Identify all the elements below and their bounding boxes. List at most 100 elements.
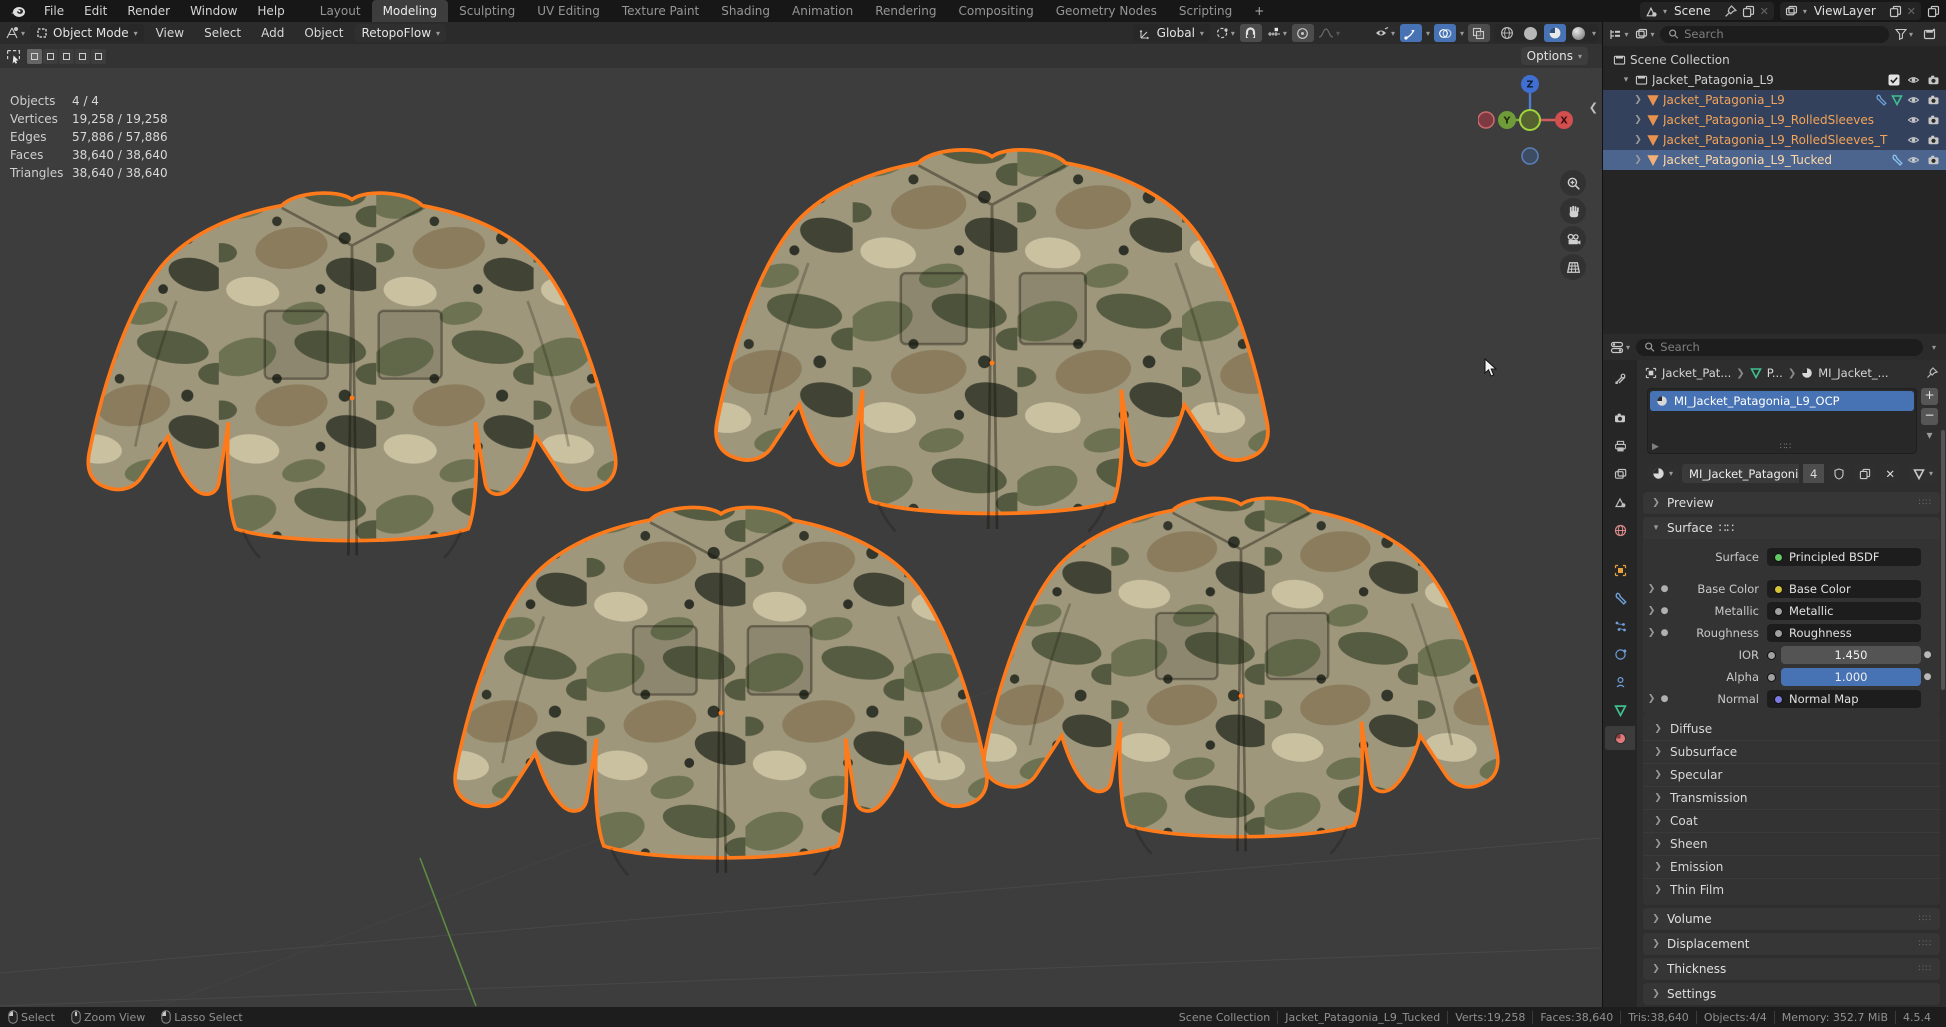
menu-window[interactable]: Window xyxy=(180,0,247,22)
breadcrumb-data[interactable]: P... xyxy=(1767,366,1783,380)
outliner-row-object[interactable]: ❯ Jacket_Patagonia_L9_RolledSleeves_T xyxy=(1603,130,1946,150)
base-color-field[interactable]: Base Color xyxy=(1767,580,1921,598)
pin-icon[interactable] xyxy=(1926,367,1938,379)
hide-viewport-icon[interactable] xyxy=(1907,74,1920,86)
overlays-dropdown[interactable]: ▾ xyxy=(1460,29,1464,38)
snap-toggle[interactable] xyxy=(1240,24,1262,42)
expander-icon[interactable]: ❯ xyxy=(1633,115,1643,125)
breadcrumb-object[interactable]: Jacket_Pat... xyxy=(1662,366,1731,380)
material-slot-list[interactable]: MI_Jacket_Patagonia_L9_OCP ▶ ∷∷ xyxy=(1647,388,1917,454)
jacket-mesh-3[interactable] xyxy=(455,507,987,875)
editor-type-button[interactable]: ▾ xyxy=(4,24,26,42)
scene-selector[interactable]: ▾ Scene ✕ xyxy=(1640,2,1774,20)
tab-constraints[interactable] xyxy=(1605,670,1635,694)
hide-viewport-icon[interactable] xyxy=(1907,154,1920,166)
select-mode-subtract[interactable] xyxy=(59,49,74,64)
outliner-search[interactable] xyxy=(1660,26,1889,43)
anim-decorator[interactable]: ● xyxy=(1921,672,1934,682)
disable-render-icon[interactable] xyxy=(1927,154,1940,166)
shading-wireframe-button[interactable] xyxy=(1496,24,1518,42)
outliner-scene-mode-button[interactable]: ▾ xyxy=(1634,25,1656,43)
menu-render[interactable]: Render xyxy=(117,0,180,22)
expander-icon[interactable]: ❯ xyxy=(1633,135,1643,145)
expander-icon[interactable]: ▾ xyxy=(1621,75,1631,85)
viewport-3d[interactable]: Objects4 / 4 Vertices19,258 / 19,258 Edg… xyxy=(0,68,1602,1007)
xray-toggle[interactable] xyxy=(1468,24,1490,42)
tab-texture-paint[interactable]: Texture Paint xyxy=(611,0,710,22)
subpanel-subsurface[interactable]: ❯Subsurface xyxy=(1643,740,1940,763)
proportional-editing-toggle[interactable] xyxy=(1292,24,1314,42)
panel-volume[interactable]: ❯Volume ∷∷ xyxy=(1643,908,1940,930)
disable-render-icon[interactable] xyxy=(1927,94,1940,106)
panel-surface[interactable]: ▾ Surface ∷∷ xyxy=(1643,517,1940,539)
select-mode-extend[interactable] xyxy=(43,49,58,64)
select-mode-intersect[interactable] xyxy=(91,49,106,64)
fake-user-button[interactable] xyxy=(1828,464,1850,483)
disable-render-icon[interactable] xyxy=(1927,74,1940,86)
tab-shading[interactable]: Shading xyxy=(710,0,781,22)
panel-grip[interactable]: ∷∷ xyxy=(1719,521,1734,535)
proportional-falloff-button[interactable]: ▾ xyxy=(1318,24,1340,42)
blender-logo-icon[interactable] xyxy=(0,4,34,18)
camera-view-button[interactable] xyxy=(1560,226,1586,252)
outliner-row-object[interactable]: ❯ Jacket_Patagonia_L9 xyxy=(1603,90,1946,110)
shading-material-preview-button[interactable] xyxy=(1544,24,1566,42)
subpanel-transmission[interactable]: ❯Transmission xyxy=(1643,786,1940,809)
shading-solid-button[interactable] xyxy=(1520,24,1542,42)
normal-field[interactable]: Normal Map xyxy=(1767,690,1921,708)
disable-render-icon[interactable] xyxy=(1927,114,1940,126)
remove-slot-button[interactable]: − xyxy=(1921,408,1938,425)
panel-preview[interactable]: ❯ Preview ∷∷ xyxy=(1643,492,1940,514)
panel-thickness[interactable]: ❯Thickness ∷∷ xyxy=(1643,958,1940,980)
collection-checkbox[interactable] xyxy=(1888,74,1900,86)
hide-viewport-icon[interactable] xyxy=(1907,94,1920,106)
tab-modeling[interactable]: Modeling xyxy=(372,0,449,22)
mode-selector[interactable]: Object Mode ▾ xyxy=(30,24,144,42)
outliner-row-object[interactable]: ❯ Jacket_Patagonia_L9_RolledSleeves xyxy=(1603,110,1946,130)
select-mode-set[interactable] xyxy=(27,49,42,64)
properties-search[interactable] xyxy=(1636,339,1923,356)
pin-icon[interactable] xyxy=(1724,5,1737,18)
extensions-icon[interactable] xyxy=(1927,5,1940,18)
tab-render[interactable] xyxy=(1605,406,1635,430)
outliner-row-active-object[interactable]: ❯ Jacket_Patagonia_L9_Tucked xyxy=(1603,150,1946,170)
show-object-types-button[interactable]: ▾ xyxy=(1374,24,1396,42)
pivot-point-button[interactable]: ▾ xyxy=(1214,24,1236,42)
new-viewlayer-icon[interactable] xyxy=(1889,5,1902,18)
new-scene-icon[interactable] xyxy=(1742,5,1755,18)
add-workspace-button[interactable]: + xyxy=(1243,0,1275,22)
material-name-field[interactable]: MI_Jacket_Patagonia_L9... xyxy=(1682,464,1799,483)
tab-particles[interactable] xyxy=(1605,614,1635,638)
properties-scrollbar[interactable] xyxy=(1941,430,1945,690)
hide-viewport-icon[interactable] xyxy=(1907,114,1920,126)
tab-tool[interactable] xyxy=(1605,366,1635,390)
expander-icon[interactable]: ❯ xyxy=(1633,155,1643,165)
add-slot-button[interactable]: + xyxy=(1921,388,1938,405)
node-tree-button[interactable]: ▾ xyxy=(1908,464,1938,483)
roughness-field[interactable]: Roughness xyxy=(1767,624,1921,642)
zoom-button[interactable] xyxy=(1560,170,1586,196)
tab-sculpting[interactable]: Sculpting xyxy=(448,0,526,22)
shading-dropdown[interactable]: ▾ xyxy=(1592,29,1596,38)
panel-displacement[interactable]: ❯Displacement ∷∷ xyxy=(1643,933,1940,955)
outliner-row-scene-collection[interactable]: Scene Collection xyxy=(1603,50,1946,70)
panel-grip[interactable]: ∷∷ xyxy=(1919,914,1932,924)
jacket-mesh-4[interactable] xyxy=(984,498,1498,853)
ior-slider[interactable]: 1.450 xyxy=(1781,646,1921,664)
snap-settings-button[interactable]: ▾ xyxy=(1266,24,1288,42)
unlink-material-button[interactable]: ✕ xyxy=(1880,464,1900,483)
material-users-count[interactable]: 4 xyxy=(1803,464,1824,483)
viewlayer-selector[interactable]: ▾ ViewLayer ✕ xyxy=(1780,2,1921,20)
shading-rendered-button[interactable] xyxy=(1568,24,1590,42)
subpanel-coat[interactable]: ❯Coat xyxy=(1643,809,1940,832)
overlays-toggle[interactable] xyxy=(1434,24,1456,42)
jacket-mesh-1[interactable] xyxy=(88,193,616,558)
properties-options-dropdown[interactable]: ▾ xyxy=(1928,343,1940,352)
metallic-field[interactable]: Metallic xyxy=(1767,602,1921,620)
panel-grip[interactable]: ∷∷ xyxy=(1919,939,1932,949)
alpha-slider[interactable]: 1.000 xyxy=(1781,668,1921,686)
panel-settings[interactable]: ❯Settings xyxy=(1643,983,1940,1005)
select-mode-invert[interactable] xyxy=(75,49,90,64)
tab-view-layer[interactable] xyxy=(1605,462,1635,486)
browse-material-button[interactable]: ▾ xyxy=(1647,464,1678,483)
